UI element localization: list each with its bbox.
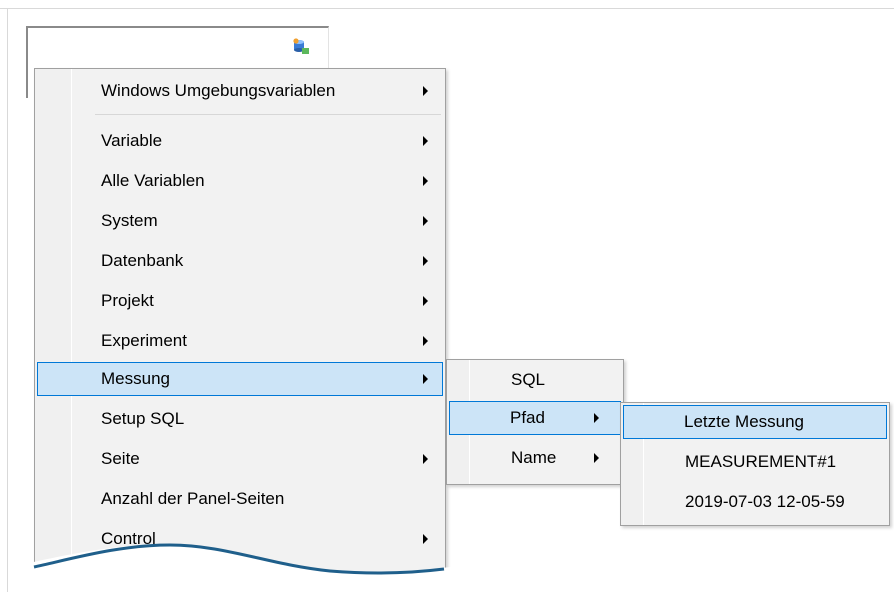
submenu-item-sql[interactable]: SQL (449, 363, 621, 397)
menu-item-projekt[interactable]: Projekt (37, 284, 443, 318)
submenu-arrow-icon (594, 413, 599, 423)
menu-item-label: MEASUREMENT#1 (685, 452, 837, 471)
menu-item-messung[interactable]: Messung (37, 362, 443, 396)
menu-item-label: Seite (101, 449, 140, 468)
submenu-arrow-icon (423, 296, 428, 306)
submenu-arrow-icon (423, 374, 428, 384)
menu-item-alle-variablen[interactable]: Alle Variablen (37, 164, 443, 198)
menu-item-anzahl-der-panel-seiten[interactable]: Anzahl der Panel-Seiten (37, 482, 443, 516)
menu-item-label: Name (511, 448, 557, 467)
menu-item-label: Experiment (101, 331, 187, 350)
menu-item-experiment[interactable]: Experiment (37, 324, 443, 358)
menu-item-label: Windows Umgebungsvariablen (101, 81, 336, 100)
messung-submenu: SQL Pfad Name (446, 359, 624, 485)
menu-item-label: Variable (101, 131, 163, 150)
menu-item-label: Pfad (510, 408, 545, 427)
menu-item-label: SQL (511, 370, 546, 389)
menu-item-variable[interactable]: Variable (37, 124, 443, 158)
menu-item-label: Projekt (101, 291, 154, 310)
menu-separator (95, 114, 441, 115)
submenu-arrow-icon (594, 453, 599, 463)
submenu-arrow-icon (423, 216, 428, 226)
menu-item-label: System (101, 211, 158, 230)
submenu-arrow-icon (423, 256, 428, 266)
menu-item-seite[interactable]: Seite (37, 442, 443, 476)
panel-top-border (0, 8, 894, 9)
submenu-item-timestamp[interactable]: 2019-07-03 12-05-59 (623, 485, 887, 519)
torn-edge-wave (20, 536, 460, 592)
submenu-item-letzte-messung[interactable]: Letzte Messung (623, 405, 887, 439)
menu-item-label: Alle Variablen (101, 171, 205, 190)
menu-item-setup-sql[interactable]: Setup SQL (37, 402, 443, 436)
menu-item-label: Letzte Messung (684, 412, 805, 431)
menu-item-label: Messung (101, 369, 170, 388)
pfad-submenu: Letzte Messung MEASUREMENT#1 2019-07-03 … (620, 402, 890, 526)
menu-item-windows-umgebungsvariablen[interactable]: Windows Umgebungsvariablen (37, 74, 443, 108)
submenu-arrow-icon (423, 336, 428, 346)
panel-left-border (7, 8, 8, 592)
context-menu: Windows Umgebungsvariablen Variable Alle… (34, 68, 446, 589)
menu-item-datenbank[interactable]: Datenbank (37, 244, 443, 278)
menu-item-label: Setup SQL (101, 409, 185, 428)
submenu-arrow-icon (423, 136, 428, 146)
submenu-arrow-icon (423, 454, 428, 464)
submenu-arrow-icon (423, 86, 428, 96)
submenu-item-measurement-1[interactable]: MEASUREMENT#1 (623, 445, 887, 479)
menu-item-label: 2019-07-03 12-05-59 (685, 492, 845, 511)
menu-item-system[interactable]: System (37, 204, 443, 238)
database-icon[interactable] (292, 38, 310, 56)
menu-item-label: Datenbank (101, 251, 184, 270)
submenu-item-name[interactable]: Name (449, 441, 621, 475)
submenu-item-pfad[interactable]: Pfad (449, 401, 621, 435)
menu-item-label: Anzahl der Panel-Seiten (101, 489, 285, 508)
submenu-arrow-icon (423, 176, 428, 186)
